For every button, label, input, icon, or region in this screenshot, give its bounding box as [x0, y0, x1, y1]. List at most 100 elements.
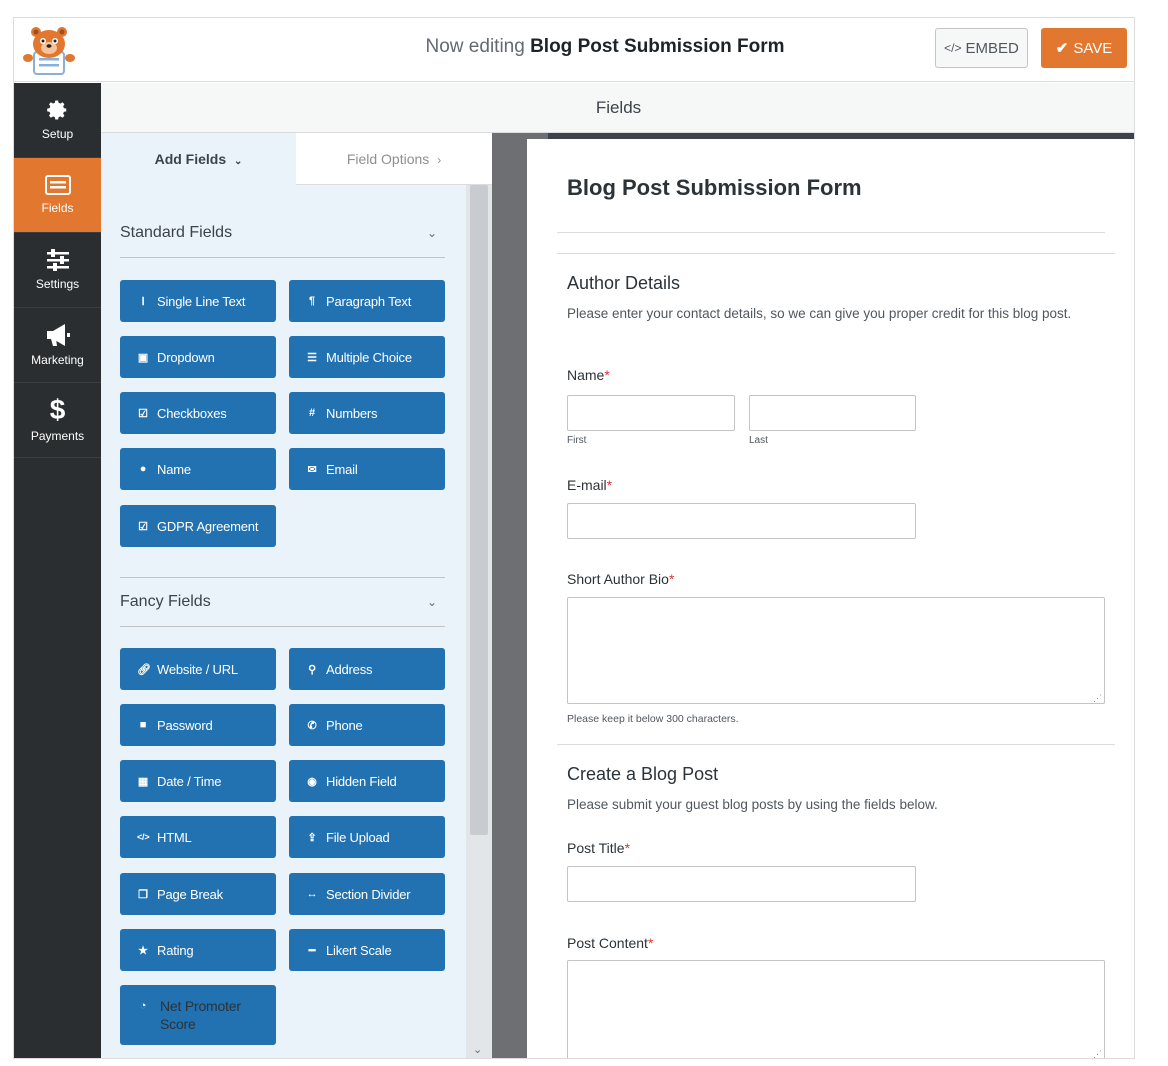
panel-tabs: Add Fields ⌄ Field Options › — [101, 133, 492, 185]
calendar-icon: ▦ — [137, 775, 149, 788]
save-label: SAVE — [1073, 39, 1113, 57]
fancy-fields-header[interactable]: Fancy Fields ⌄ — [120, 577, 445, 627]
top-bar: Now editing Blog Post Submission Form </… — [14, 18, 1134, 82]
field-button-phone[interactable]: ✆ Phone — [289, 704, 445, 746]
name-last-input[interactable] — [749, 395, 916, 431]
fields-header: Fields — [101, 83, 1134, 133]
post-content-label: Post Content* — [567, 935, 653, 951]
field-button-section-divider[interactable]: ↔ Section Divider — [289, 873, 445, 915]
list-icon: ☰ — [307, 351, 317, 364]
email-input[interactable] — [567, 503, 916, 539]
envelope-icon: ✉ — [307, 463, 317, 476]
field-button-label: File Upload — [326, 829, 390, 845]
field-button-date-time[interactable]: ▦ Date / Time — [120, 760, 276, 802]
sidebar-item-payments[interactable]: $ Payments — [14, 383, 101, 458]
standard-fields-title: Standard Fields — [120, 223, 233, 241]
field-button-label: Likert Scale — [326, 942, 392, 958]
field-button-label: HTML — [157, 829, 192, 845]
field-button-multiple-choice[interactable]: ☰ Multiple Choice — [289, 336, 445, 378]
field-button-label: Phone — [326, 717, 363, 733]
title-prefix: Now editing — [425, 36, 525, 57]
field-button-numbers[interactable]: # Numbers — [289, 392, 445, 434]
panel-scrollbar[interactable]: ⌄ — [466, 185, 492, 1058]
form-builder-window: Now editing Blog Post Submission Form </… — [13, 17, 1135, 1059]
standard-fields-header[interactable]: Standard Fields ⌄ — [120, 208, 445, 258]
field-button-single-line-text[interactable]: Ⅰ Single Line Text — [120, 280, 276, 322]
sidebar-item-settings[interactable]: Settings — [14, 233, 101, 308]
minus-icon: ━ — [308, 944, 316, 957]
copy-icon: ❐ — [138, 888, 148, 901]
section-title-create-blog-post: Create a Blog Post — [567, 764, 719, 784]
tab-field-options[interactable]: Field Options › — [296, 133, 492, 185]
dropdown-icon: ▣ — [137, 351, 149, 364]
field-button-label: Paragraph Text — [326, 293, 412, 309]
scrollbar-thumb[interactable] — [470, 185, 488, 835]
field-button-label: Website / URL — [157, 661, 238, 677]
field-button-label: Numbers — [326, 405, 378, 421]
post-title-input[interactable] — [567, 866, 916, 902]
field-button-label: Name — [157, 461, 191, 477]
field-button-net-promoter-score[interactable]: ◔ Net Promoter Score — [120, 985, 276, 1045]
field-button-label: Rating — [157, 942, 194, 958]
fields-list: Standard Fields ⌄ Ⅰ Single Line Text ¶ P… — [101, 185, 466, 1058]
save-button[interactable]: ✔ SAVE — [1041, 28, 1127, 68]
field-button-label: GDPR Agreement — [157, 518, 259, 534]
field-button-file-upload[interactable]: ⇪ File Upload — [289, 816, 445, 858]
phone-icon: ✆ — [307, 719, 317, 732]
field-button-rating[interactable]: ★ Rating — [120, 929, 276, 971]
required-marker: * — [668, 571, 675, 587]
divider — [557, 253, 1115, 254]
field-button-label: Email — [326, 461, 358, 477]
embed-button[interactable]: </> EMBED — [935, 28, 1028, 68]
form-preview: Blog Post Submission Form Author Details… — [527, 139, 1134, 1059]
field-button-address[interactable]: ⚲ Address — [289, 648, 445, 690]
name-last-sublabel: Last — [749, 435, 768, 446]
tab-add-fields[interactable]: Add Fields ⌄ — [101, 133, 296, 185]
text-cursor-icon: Ⅰ — [141, 295, 145, 308]
required-marker: * — [606, 477, 613, 493]
post-title-label: Post Title* — [567, 840, 630, 856]
field-button-label: Dropdown — [157, 349, 215, 365]
field-button-paragraph-text[interactable]: ¶ Paragraph Text — [289, 280, 445, 322]
sidebar-item-setup[interactable]: Setup — [14, 83, 101, 158]
title-form-name: Blog Post Submission Form — [530, 36, 785, 57]
name-first-input[interactable] — [567, 395, 735, 431]
field-button-dropdown[interactable]: ▣ Dropdown — [120, 336, 276, 378]
post-content-label-text: Post Content — [567, 935, 648, 951]
hash-icon: # — [309, 407, 315, 419]
post-content-textarea[interactable]: ⋰ — [567, 960, 1105, 1059]
dollar-icon: $ — [49, 394, 66, 425]
resize-grip-icon[interactable]: ⋰ — [1093, 1050, 1102, 1059]
field-button-name[interactable]: ● Name — [120, 448, 276, 490]
resize-grip-icon[interactable]: ⋰ — [1093, 694, 1102, 703]
field-button-email[interactable]: ✉ Email — [289, 448, 445, 490]
field-button-website-url[interactable]: 🔗︎ Website / URL — [120, 648, 276, 690]
bio-label-text: Short Author Bio — [567, 571, 669, 587]
field-button-likert-scale[interactable]: ━ Likert Scale — [289, 929, 445, 971]
arrows-horizontal-icon: ↔ — [306, 888, 318, 900]
embed-label: EMBED — [965, 39, 1019, 57]
field-button-html[interactable]: </> HTML — [120, 816, 276, 858]
field-button-checkboxes[interactable]: ☑ Checkboxes — [120, 392, 276, 434]
bio-textarea[interactable]: ⋰ — [567, 597, 1105, 704]
megaphone-icon — [45, 323, 71, 347]
fields-panel: Add Fields ⌄ Field Options › Standard Fi… — [101, 133, 492, 1058]
chevron-right-icon: › — [437, 153, 442, 167]
bio-label: Short Author Bio* — [567, 571, 674, 587]
name-label: Name* — [567, 367, 610, 383]
field-button-hidden-field[interactable]: ◉ Hidden Field — [289, 760, 445, 802]
sidebar-label-marketing: Marketing — [31, 353, 84, 367]
field-button-gdpr-agreement[interactable]: ☑ GDPR Agreement — [120, 505, 276, 547]
paragraph-icon: ¶ — [309, 295, 315, 307]
field-button-label: Date / Time — [157, 773, 222, 789]
email-label-text: E-mail — [567, 477, 607, 493]
post-title-label-text: Post Title — [567, 840, 625, 856]
link-icon: 🔗︎ — [137, 663, 151, 676]
sidebar-item-fields[interactable]: Fields — [14, 158, 101, 233]
sidebar-item-marketing[interactable]: Marketing — [14, 308, 101, 383]
field-button-label: Page Break — [157, 886, 223, 902]
form-title: Blog Post Submission Form — [567, 175, 862, 200]
field-button-page-break[interactable]: ❐ Page Break — [120, 873, 276, 915]
field-button-password[interactable]: ■ Password — [120, 704, 276, 746]
scroll-down-arrow-icon[interactable]: ⌄ — [473, 1043, 482, 1056]
